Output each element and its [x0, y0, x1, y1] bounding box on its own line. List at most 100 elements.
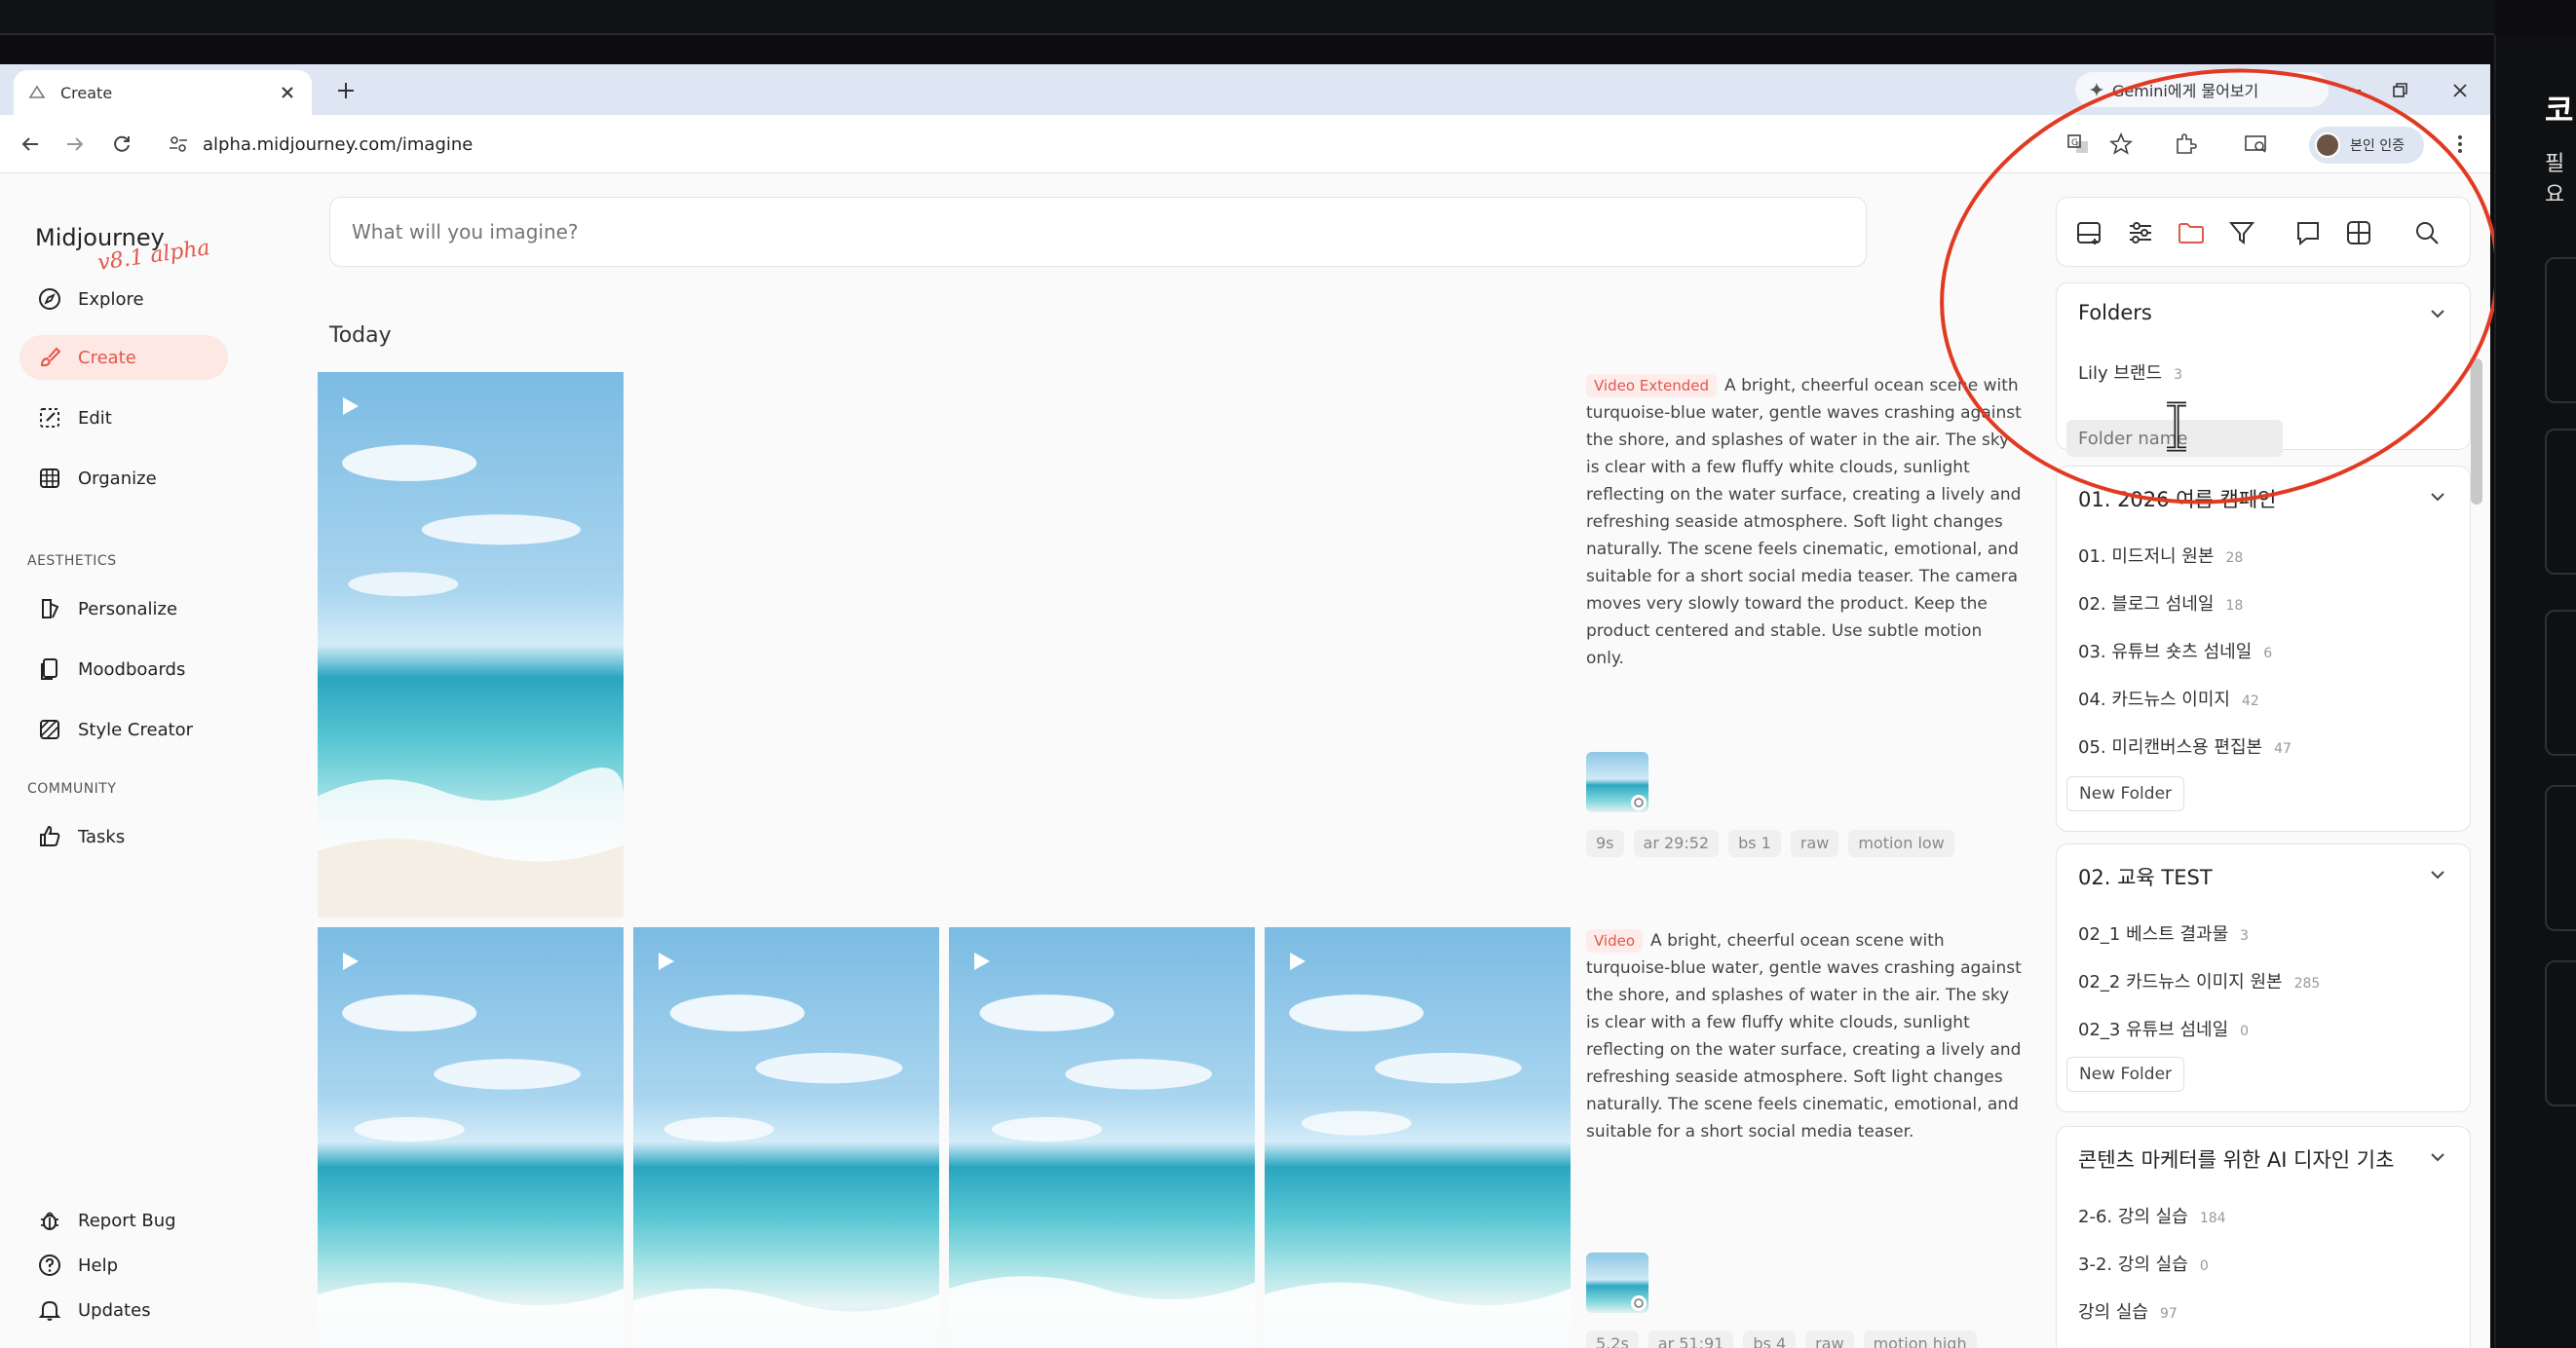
- tag[interactable]: motion low: [1848, 830, 1954, 857]
- play-icon: [341, 951, 360, 972]
- sidebar-item-label: Report Bug: [78, 1210, 176, 1231]
- folder-count: 97: [2159, 1306, 2178, 1322]
- sidebar-item-create[interactable]: Create: [19, 335, 228, 380]
- folder-item[interactable]: 04. 카드뉴스 이미지 42: [2078, 686, 2259, 711]
- folder-item[interactable]: 2-6. 강의 실습 184: [2078, 1203, 2226, 1228]
- close-window-icon[interactable]: [2445, 76, 2475, 105]
- reference-badge-icon: [1631, 1295, 1647, 1311]
- style-creator-icon: [37, 717, 62, 742]
- tab-create[interactable]: Create: [14, 70, 312, 115]
- folder-count: 42: [2242, 693, 2259, 709]
- folder-name: 02_2 카드뉴스 이미지 원본: [2078, 972, 2283, 992]
- folder-item[interactable]: 02_3 유튜브 섬네일 0: [2078, 1016, 2249, 1041]
- new-folder-button[interactable]: New Folder: [2066, 1057, 2185, 1092]
- folder-group: 01. 2026 여름 캠페인 01. 미드저니 원본 28 02. 블로그 섬네…: [2056, 466, 2471, 832]
- folder-count: 0: [2240, 1024, 2250, 1039]
- folder-item[interactable]: 02. 블로그 섬네일 18: [2078, 590, 2243, 616]
- close-tab-icon[interactable]: [277, 82, 298, 103]
- sidebar-item-personalize[interactable]: Personalize: [19, 586, 228, 631]
- sidebar-item-label: Explore: [78, 288, 144, 310]
- job-tags: 5.2s ar 51:91 bs 4 raw motion high: [1586, 1330, 1977, 1348]
- reference-thumbnail[interactable]: [1586, 1253, 1648, 1313]
- tag[interactable]: 9s: [1586, 830, 1624, 857]
- chevron-down-icon[interactable]: [2427, 486, 2448, 507]
- tag[interactable]: motion high: [1863, 1330, 1977, 1348]
- prompt-text: A bright, cheerful ocean scene with turq…: [1586, 931, 2022, 1142]
- reference-thumbnail[interactable]: [1586, 752, 1648, 812]
- scrollbar[interactable]: [2471, 358, 2482, 505]
- sidebar-item-report-bug[interactable]: Report Bug: [19, 1198, 228, 1243]
- forward-icon[interactable]: [60, 130, 90, 159]
- sidebar-item-organize[interactable]: Organize: [19, 456, 228, 501]
- folder-count: 6: [2263, 646, 2273, 661]
- sidebar-item-label: Tasks: [78, 826, 126, 847]
- sidebar-item-label: Moodboards: [78, 658, 186, 680]
- sidebar-item-explore[interactable]: Explore: [19, 277, 228, 321]
- folder-count: 285: [2293, 976, 2321, 992]
- back-icon[interactable]: [16, 130, 45, 159]
- tag[interactable]: raw: [1790, 830, 1839, 857]
- new-tab-icon[interactable]: [331, 76, 360, 105]
- folder-item[interactable]: 02_2 카드뉴스 이미지 원본 285: [2078, 968, 2320, 993]
- folder-group-title[interactable]: 02. 교육 TEST: [2078, 862, 2213, 891]
- compass-icon: [37, 286, 62, 312]
- reload-icon[interactable]: [107, 130, 136, 159]
- adjacent-title: 코: [2545, 92, 2574, 129]
- play-icon: [341, 395, 360, 417]
- folder-item[interactable]: 3-2. 강의 실습 0: [2078, 1251, 2209, 1276]
- folder-item[interactable]: 강의 실습 97: [2078, 1298, 2178, 1324]
- folder-name: 강의 실습: [2078, 1302, 2148, 1323]
- folder-item[interactable]: 02_1 베스트 결과물 3: [2078, 920, 2249, 946]
- sidebar-item-style-creator[interactable]: Style Creator: [19, 707, 228, 752]
- status-badge: Video Extended: [1586, 374, 1718, 397]
- community-heading: COMMUNITY: [27, 781, 117, 797]
- tag[interactable]: ar 29:52: [1633, 830, 1720, 857]
- job-tags: 9s ar 29:52 bs 1 raw motion low: [1586, 830, 1954, 857]
- main-content: Today Video ExtendedA bright, cheerful o…: [312, 173, 2046, 1348]
- reference-badge-icon: [1631, 795, 1647, 810]
- tag[interactable]: ar 51:91: [1648, 1330, 1734, 1348]
- sidebar-item-edit[interactable]: Edit: [19, 395, 228, 440]
- tag[interactable]: 5.2s: [1586, 1330, 1639, 1348]
- tag[interactable]: raw: [1805, 1330, 1854, 1348]
- folder-group-title[interactable]: 콘텐츠 마케터를 위한 AI 디자인 기초: [2078, 1144, 2394, 1174]
- chevron-down-icon[interactable]: [2427, 864, 2448, 885]
- new-folder-button[interactable]: New Folder: [2066, 776, 2185, 811]
- sidebar-item-label: Updates: [78, 1299, 151, 1321]
- site-settings-icon[interactable]: [168, 133, 189, 155]
- sidebar-item-tasks[interactable]: Tasks: [19, 814, 228, 859]
- folder-item[interactable]: 05. 미리캔버스용 편집본 47: [2078, 733, 2292, 759]
- restore-icon[interactable]: [2385, 76, 2414, 105]
- folder-name: 2-6. 강의 실습: [2078, 1207, 2188, 1227]
- sidebar-item-moodboards[interactable]: Moodboards: [19, 647, 228, 692]
- video-thumbnail[interactable]: [1265, 927, 1571, 1348]
- chevron-down-icon[interactable]: [2427, 1146, 2448, 1168]
- prompt-input[interactable]: [329, 197, 1867, 267]
- folder-count: 3: [2240, 928, 2250, 944]
- video-thumbnail[interactable]: [318, 927, 624, 1348]
- aesthetics-heading: AESTHETICS: [27, 553, 117, 569]
- folder-count: 184: [2199, 1211, 2226, 1226]
- tab-title: Create: [60, 83, 113, 102]
- folder-item[interactable]: 03. 유튜브 숏츠 섬네일 6: [2078, 638, 2272, 663]
- video-thumbnail[interactable]: [633, 927, 939, 1348]
- sidebar-item-label: Personalize: [78, 598, 178, 619]
- omnibox[interactable]: alpha.midjourney.com/imagine: [156, 125, 1988, 164]
- video-thumbnail[interactable]: [949, 927, 1255, 1348]
- bug-icon: [37, 1208, 62, 1233]
- sidebar-item-updates[interactable]: Updates: [19, 1288, 228, 1332]
- adjacent-card: [2545, 785, 2576, 931]
- play-icon: [972, 951, 992, 972]
- tag[interactable]: bs 4: [1743, 1330, 1797, 1348]
- folder-name: 01. 미드저니 원본: [2078, 546, 2215, 567]
- folder-count: 0: [2199, 1258, 2209, 1274]
- bell-icon: [37, 1297, 62, 1323]
- folder-item[interactable]: 01. 미드저니 원본 28: [2078, 543, 2243, 568]
- tag[interactable]: bs 1: [1728, 830, 1781, 857]
- top-dark-bar: [0, 0, 2494, 35]
- folder-name: 02. 블로그 섬네일: [2078, 594, 2215, 615]
- video-thumbnail[interactable]: [318, 372, 624, 917]
- sidebar-item-help[interactable]: Help: [19, 1243, 228, 1288]
- grid-icon: [37, 466, 62, 491]
- status-badge: Video: [1586, 929, 1644, 953]
